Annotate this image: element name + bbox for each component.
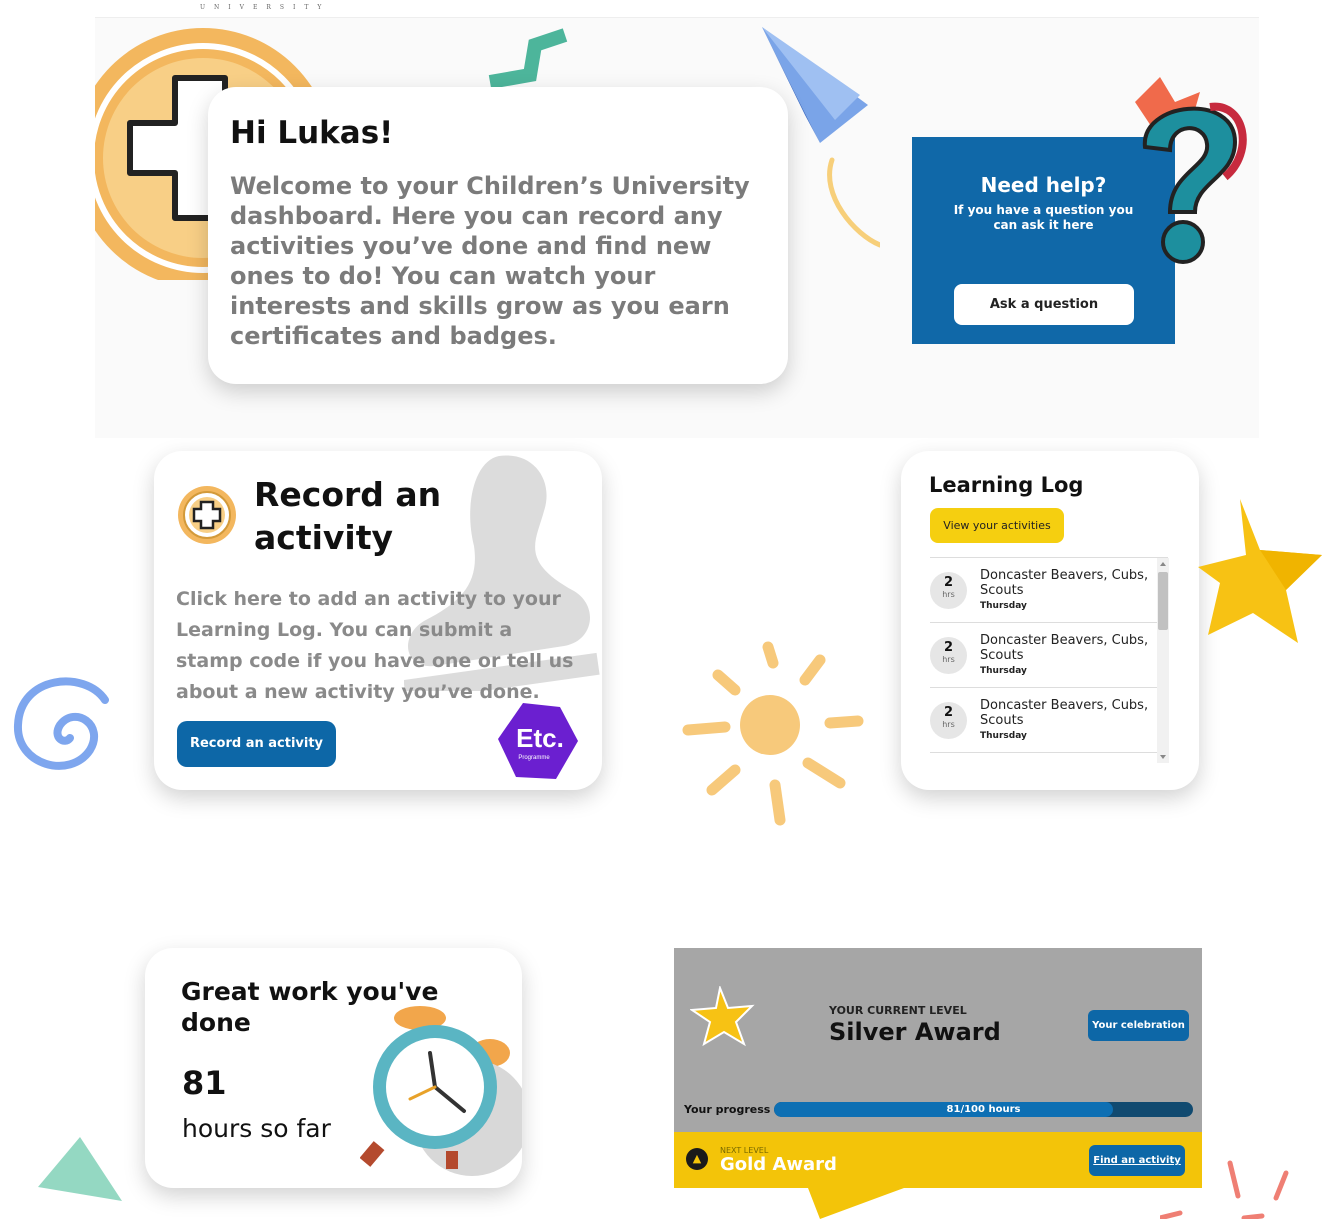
record-activity-card[interactable]: Record an activity Click here to add an …: [154, 451, 602, 790]
progress-bar: 81/100 hours: [774, 1102, 1193, 1117]
activity-day: Thursday: [980, 666, 1027, 676]
welcome-card: Hi Lukas! Welcome to your Children’s Uni…: [208, 87, 788, 384]
activity-name: Doncaster Beavers, Cubs, Scouts: [980, 698, 1149, 728]
hours-badge: 2 hrs: [930, 572, 967, 609]
next-level-bar: ▲ NEXT LEVEL Gold Award Find an activity: [674, 1132, 1202, 1188]
award-star-icon: [690, 986, 755, 1047]
hours-badge: 2 hrs: [930, 702, 967, 739]
total-hours-label: hours so far: [182, 1114, 331, 1143]
hours-badge: 2 hrs: [930, 637, 967, 674]
add-circle-icon: [178, 486, 236, 544]
hours-value: 2: [943, 705, 954, 720]
your-celebration-button[interactable]: Your celebration: [1088, 1010, 1189, 1041]
brand-text: UNIVERSITY: [200, 4, 331, 11]
record-title-line2: activity: [254, 518, 394, 557]
ask-question-button[interactable]: Ask a question: [954, 284, 1134, 325]
hours-value: 2: [943, 575, 954, 590]
list-item[interactable]: 2 hrs Doncaster Beavers, Cubs, Scouts Th…: [930, 623, 1168, 688]
etc-badge-sub: Programme: [518, 755, 550, 761]
current-level-name: Silver Award: [829, 1018, 1001, 1046]
welcome-message: Welcome to your Children’s University da…: [230, 172, 750, 350]
total-hours-value: 81: [182, 1064, 227, 1102]
learning-log-card: Learning Log View your activities 2 hrs …: [901, 451, 1199, 790]
record-title-line1: Record an: [254, 475, 442, 514]
hours-unit: hrs: [942, 720, 955, 729]
star-icon: [1198, 499, 1322, 643]
activity-day: Thursday: [980, 731, 1027, 741]
question-mark-icon: [1135, 77, 1247, 264]
activity-day: Thursday: [980, 601, 1027, 611]
etc-programme-badge: Etc. Programme: [498, 703, 578, 779]
hours-unit: hrs: [942, 655, 955, 664]
welcome-title: Hi Lukas!: [230, 115, 394, 151]
current-level-eyebrow: YOUR CURRENT LEVEL: [829, 1004, 967, 1017]
record-title: Record an activity: [254, 473, 441, 559]
record-activity-button[interactable]: Record an activity: [177, 721, 336, 767]
yellow-shape-icon: [808, 1188, 904, 1219]
progress-label: Your progress: [684, 1103, 771, 1116]
alarm-clock-icon: [360, 1006, 522, 1176]
list-item[interactable]: 2 hrs Doncaster Beavers, Cubs, Scouts Th…: [930, 688, 1168, 753]
great-work-card: Great work you've done 81 hours so far: [145, 948, 522, 1188]
next-level-name: Gold Award: [720, 1154, 837, 1175]
arrow-up-icon: ▲: [686, 1148, 708, 1170]
list-item[interactable]: 2 hrs Doncaster Beavers, Cubs, Scouts Th…: [930, 558, 1168, 623]
learning-log-title: Learning Log: [929, 473, 1084, 497]
zigzag-icon: [488, 28, 568, 89]
view-activities-button[interactable]: View your activities: [930, 508, 1064, 543]
activity-name: Doncaster Beavers, Cubs, Scouts: [980, 568, 1149, 598]
spiral-icon: [13, 677, 109, 770]
activity-list[interactable]: 2 hrs Doncaster Beavers, Cubs, Scouts Th…: [930, 557, 1168, 763]
sun-icon: [682, 641, 864, 826]
activity-list-scrollbar[interactable]: [1157, 558, 1169, 763]
level-panel: YOUR CURRENT LEVEL Silver Award Your cel…: [674, 948, 1202, 1188]
activity-name: Doncaster Beavers, Cubs, Scouts: [980, 633, 1149, 663]
hours-value: 2: [943, 640, 954, 655]
sparkle-icon: [1160, 1160, 1289, 1219]
etc-badge-text: Etc.: [516, 723, 564, 753]
triangle-icon: [38, 1137, 122, 1201]
record-description: Click here to add an activity to your Le…: [176, 588, 574, 703]
hours-unit: hrs: [942, 590, 955, 599]
progress-text: 81/100 hours: [946, 1104, 1021, 1115]
